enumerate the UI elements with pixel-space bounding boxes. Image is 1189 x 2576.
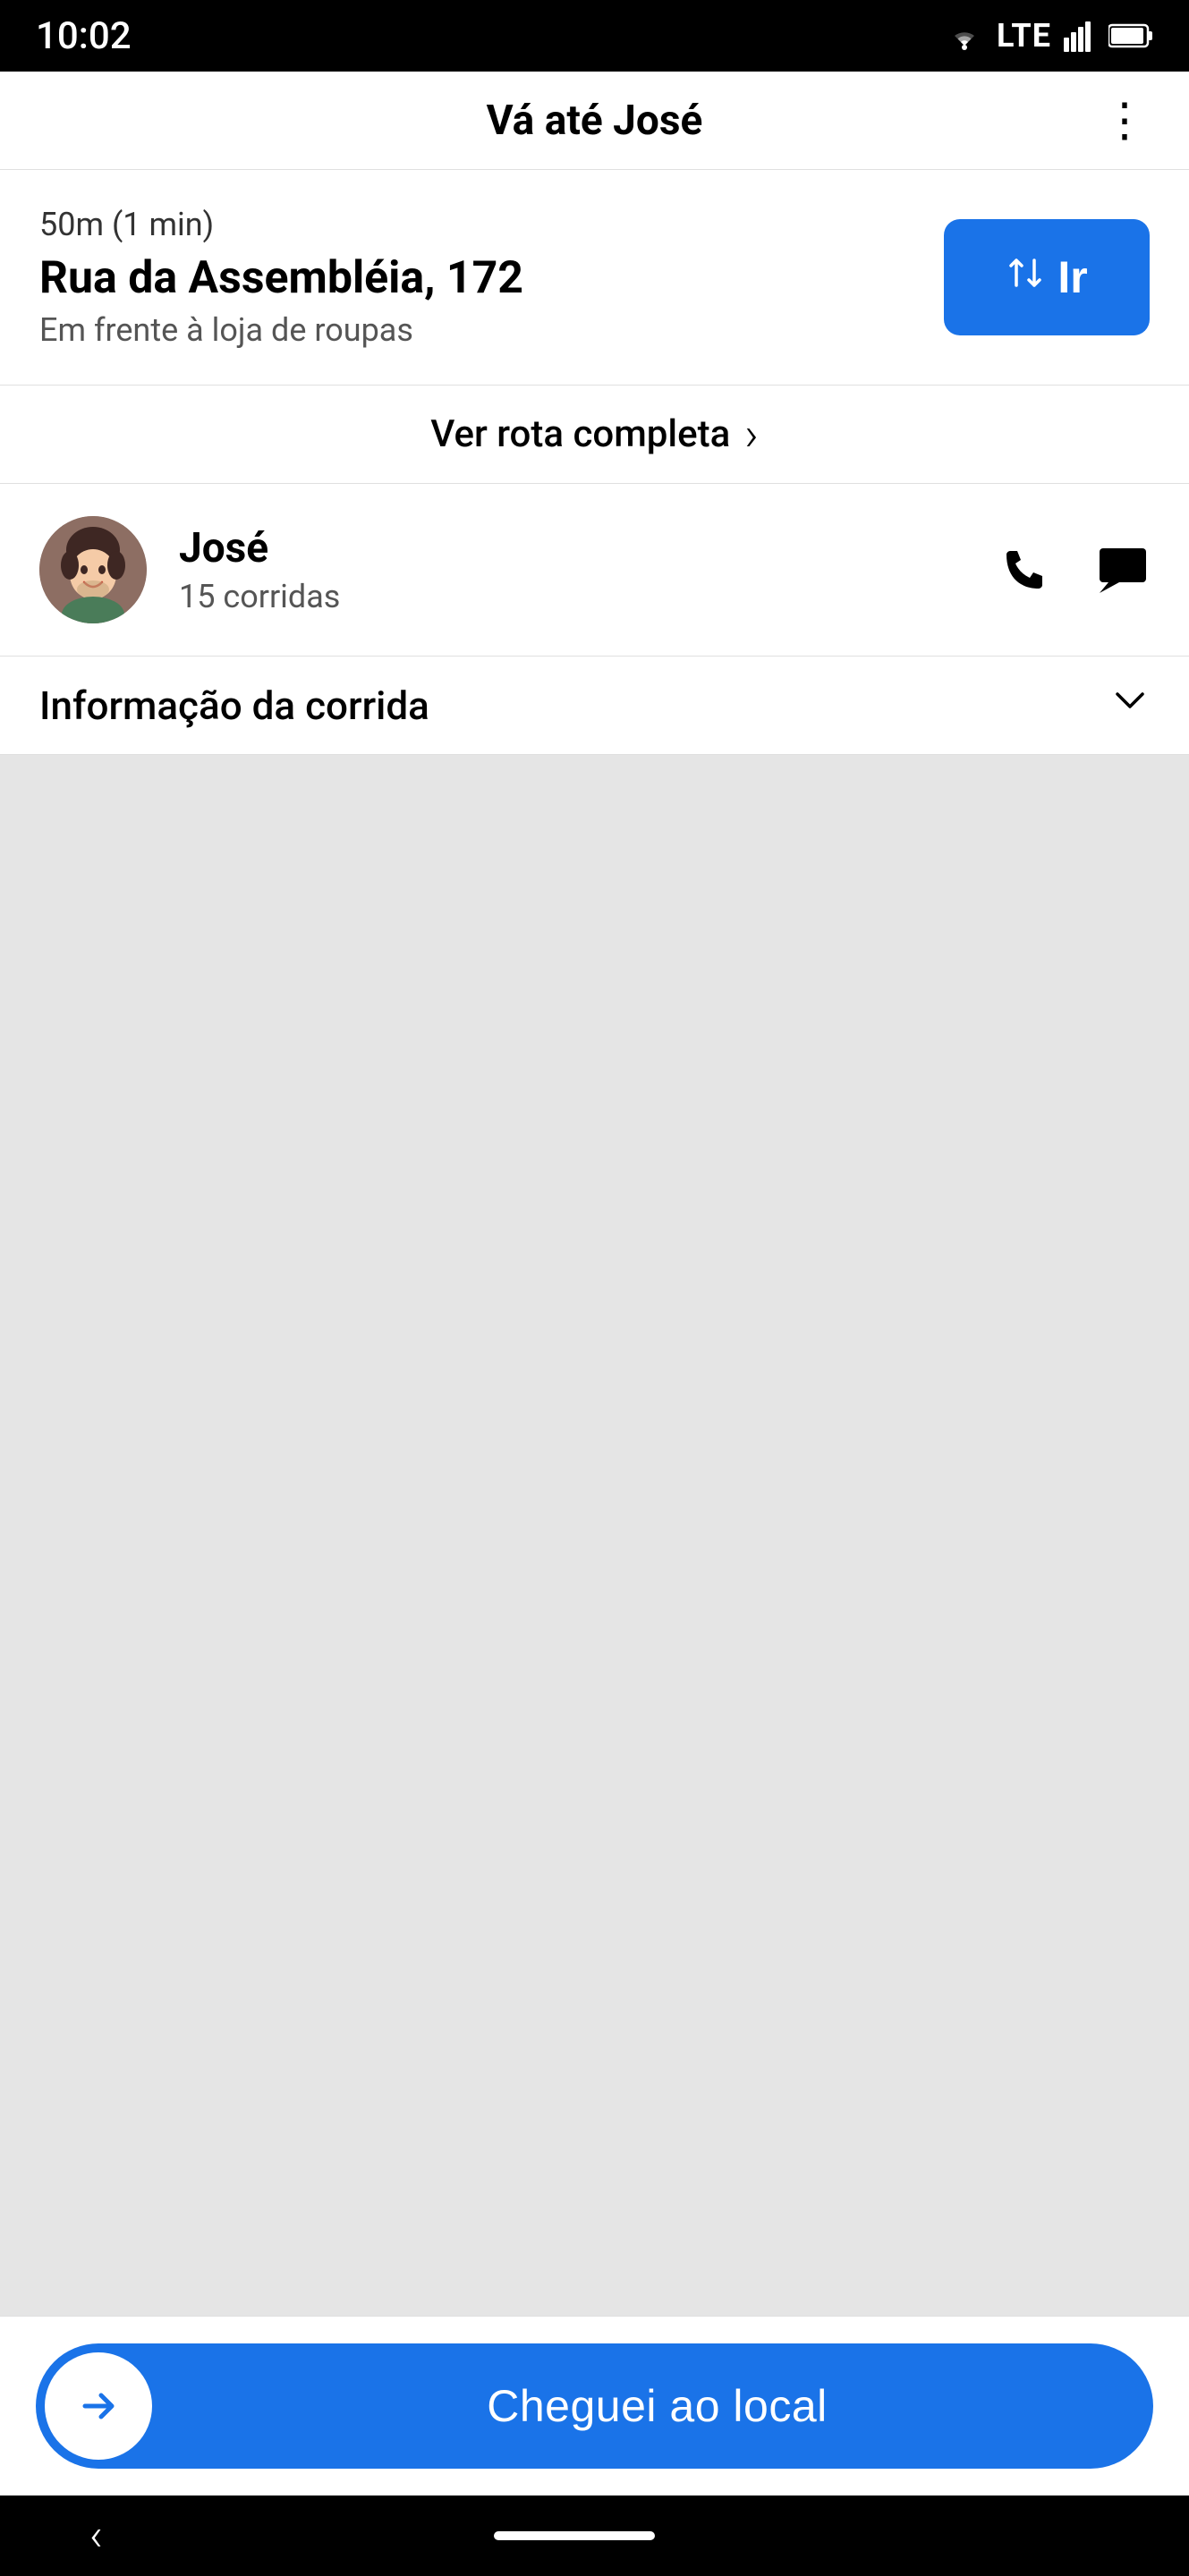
street-label: Rua da Assembléia, 172 — [39, 252, 917, 304]
route-link-section[interactable]: Ver rota completa › — [0, 386, 1189, 484]
route-link-text: Ver rota completa — [430, 412, 730, 456]
contact-section: José 15 corridas — [0, 484, 1189, 657]
contact-actions — [999, 543, 1150, 597]
battery-icon — [1108, 23, 1153, 48]
app-header: Vá até José ⋮ — [0, 72, 1189, 170]
avatar — [39, 516, 147, 623]
contact-info: José 15 corridas — [179, 524, 999, 615]
contact-rides: 15 corridas — [179, 578, 999, 615]
page-title: Vá até José — [487, 97, 703, 145]
arrived-button-label: Cheguei ao local — [161, 2380, 1153, 2432]
bottom-bar: Cheguei ao local — [0, 2316, 1189, 2496]
contact-name: José — [179, 524, 999, 572]
message-button[interactable] — [1096, 543, 1150, 597]
message-icon — [1096, 543, 1150, 597]
phone-icon — [999, 544, 1051, 596]
wifi-icon — [945, 21, 984, 51]
distance-label: 50m (1 min) — [39, 206, 917, 243]
arrived-arrow-circle — [45, 2352, 152, 2460]
home-indicator[interactable] — [494, 2531, 655, 2540]
address-note: Em frente à loja de roupas — [39, 311, 917, 349]
signal-icon — [1064, 20, 1096, 52]
status-icons: LTE — [945, 17, 1153, 55]
status-time: 10:02 — [36, 14, 132, 58]
arrived-button[interactable]: Cheguei ao local — [36, 2343, 1153, 2469]
back-button[interactable]: ‹ — [89, 2510, 103, 2562]
ride-info-section[interactable]: Informação da corrida — [0, 657, 1189, 755]
lte-label: LTE — [997, 17, 1051, 55]
nav-bar: ‹ — [0, 2496, 1189, 2576]
go-route-icon — [1006, 253, 1045, 302]
go-button[interactable]: Ir — [944, 219, 1150, 335]
chevron-down-icon — [1110, 681, 1150, 730]
chevron-right-icon: › — [744, 407, 759, 462]
status-bar: 10:02 LTE — [0, 0, 1189, 72]
go-button-label: Ir — [1057, 251, 1087, 303]
ride-info-label: Informação da corrida — [39, 682, 429, 729]
arrow-right-icon — [72, 2379, 125, 2433]
more-menu-button[interactable]: ⋮ — [1101, 93, 1150, 148]
address-info: 50m (1 min) Rua da Assembléia, 172 Em fr… — [39, 206, 917, 349]
call-button[interactable] — [999, 544, 1051, 596]
address-section: 50m (1 min) Rua da Assembléia, 172 Em fr… — [0, 170, 1189, 386]
map-area — [0, 755, 1189, 2316]
